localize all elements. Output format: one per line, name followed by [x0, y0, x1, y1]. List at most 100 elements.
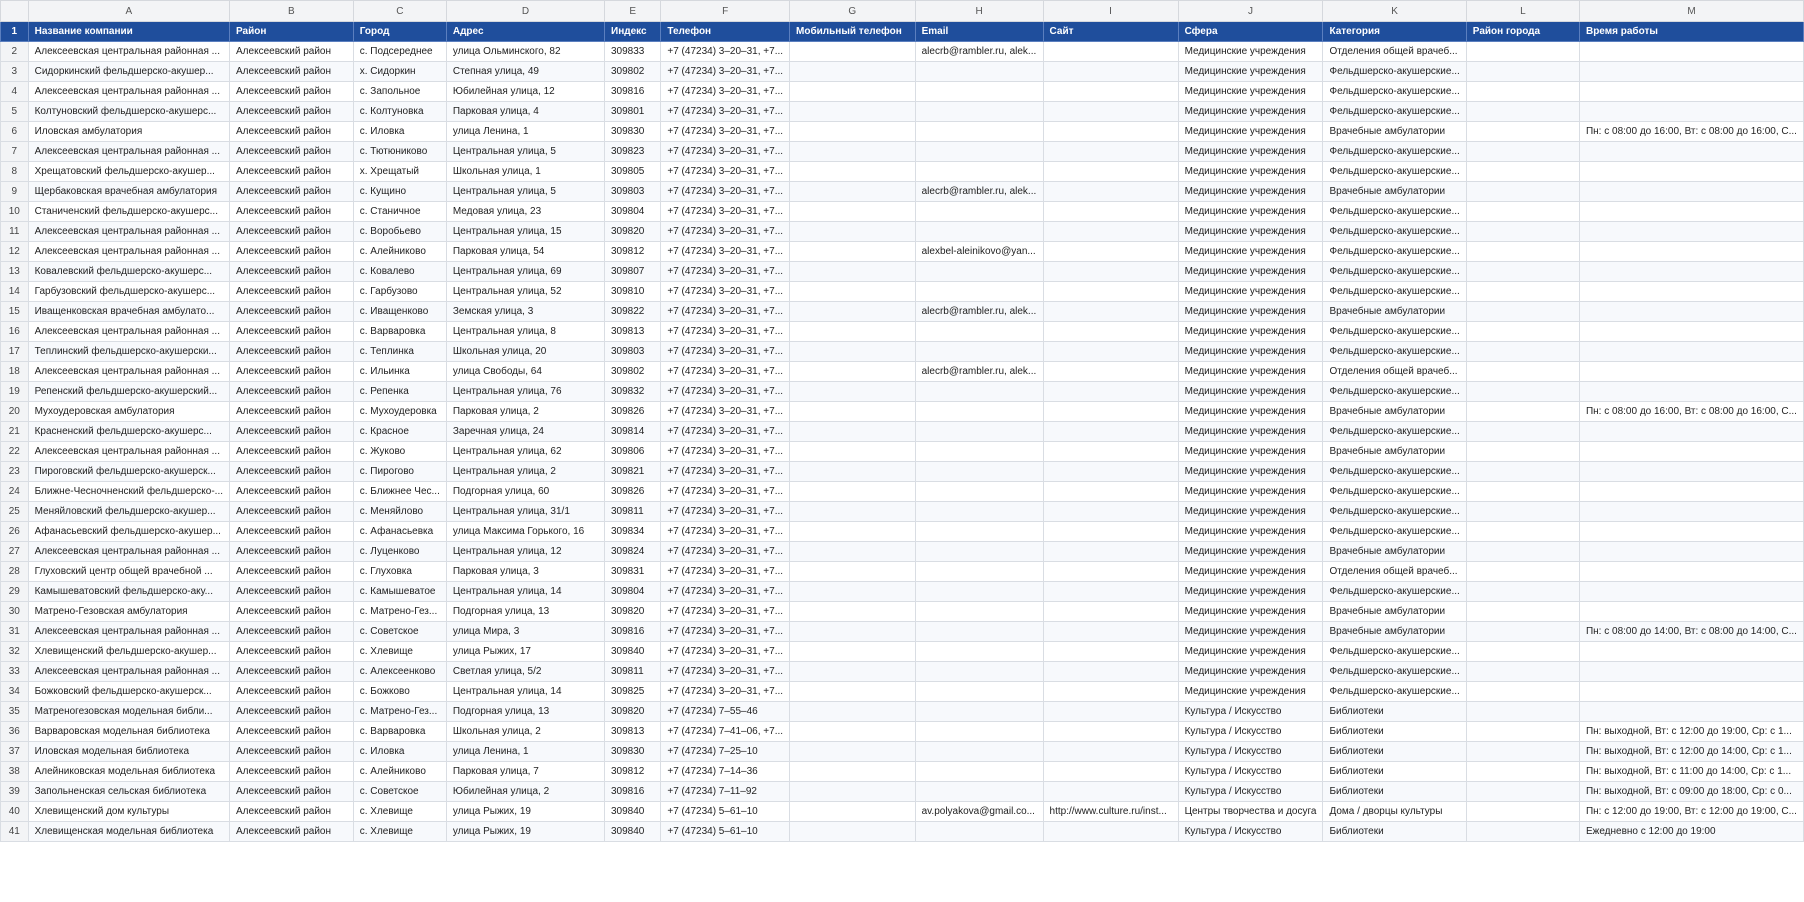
table-cell[interactable]: улица Ольминского, 82 [445, 41, 606, 62]
table-cell[interactable] [914, 461, 1044, 482]
table-cell[interactable] [1465, 801, 1580, 822]
table-cell[interactable]: с. Алексеенково [352, 661, 447, 682]
table-cell[interactable]: Школьная улица, 20 [445, 341, 606, 362]
table-cell[interactable] [1578, 321, 1804, 342]
table-cell[interactable]: Алексеевский район [229, 461, 354, 482]
table-cell[interactable]: Алексеевский район [229, 481, 354, 502]
table-cell[interactable]: Алексеевский район [229, 541, 354, 562]
table-cell[interactable]: 309803 [603, 341, 662, 362]
table-cell[interactable]: Дома / дворцы культуры [1322, 801, 1467, 822]
row-number[interactable]: 28 [0, 561, 29, 582]
table-cell[interactable] [914, 701, 1044, 722]
table-cell[interactable]: 309824 [603, 541, 662, 562]
table-cell[interactable] [1042, 281, 1179, 302]
table-cell[interactable] [789, 821, 916, 842]
table-cell[interactable]: Библиотеки [1322, 741, 1467, 762]
table-cell[interactable] [1578, 101, 1804, 122]
table-cell[interactable]: http://www.culture.ru/inst... [1042, 801, 1179, 822]
table-cell[interactable]: Медицинские учреждения [1177, 41, 1324, 62]
table-cell[interactable] [1465, 421, 1580, 442]
table-cell[interactable]: 309811 [603, 661, 662, 682]
table-cell[interactable]: Медицинские учреждения [1177, 481, 1324, 502]
table-cell[interactable]: Центральная улица, 8 [445, 321, 606, 342]
table-cell[interactable]: Фельдшерско-акушерские... [1322, 61, 1467, 82]
table-cell[interactable]: 309821 [603, 461, 662, 482]
table-cell[interactable]: Фельдшерско-акушерские... [1322, 521, 1467, 542]
table-cell[interactable]: Медицинские учреждения [1177, 361, 1324, 382]
table-cell[interactable] [1578, 681, 1804, 702]
table-cell[interactable]: с. Матрено-Гез... [352, 701, 447, 722]
table-cell[interactable]: alecrb@rambler.ru, alek... [914, 41, 1044, 62]
table-cell[interactable]: с. Мухоудеровка [352, 401, 447, 422]
table-cell[interactable] [1042, 301, 1179, 322]
column-letter-h[interactable]: H [914, 0, 1044, 22]
table-cell[interactable] [1042, 581, 1179, 602]
table-cell[interactable]: Алексеевский район [229, 361, 354, 382]
table-cell[interactable]: Алексеевский район [229, 121, 354, 142]
table-cell[interactable]: Медицинские учреждения [1177, 621, 1324, 642]
table-cell[interactable]: с. Ильинка [352, 361, 447, 382]
row-number[interactable]: 24 [0, 481, 29, 502]
table-cell[interactable]: Фельдшерско-акушерские... [1322, 381, 1467, 402]
header-cell[interactable]: Название компании [27, 21, 231, 42]
table-cell[interactable]: с. Меняйлово [352, 501, 447, 522]
table-cell[interactable] [1042, 381, 1179, 402]
row-number[interactable]: 25 [0, 501, 29, 522]
table-cell[interactable] [1042, 521, 1179, 542]
table-cell[interactable] [1578, 181, 1804, 202]
table-cell[interactable] [1042, 321, 1179, 342]
row-number[interactable]: 11 [0, 221, 29, 242]
table-cell[interactable]: Ближне-Чесночненский фельдшерско-... [27, 481, 231, 502]
table-cell[interactable]: Алексеевский район [229, 141, 354, 162]
table-cell[interactable]: Алексеевская центральная районная ... [27, 81, 231, 102]
table-cell[interactable]: с. Хлевище [352, 641, 447, 662]
table-cell[interactable] [1465, 721, 1580, 742]
table-cell[interactable]: Божковский фельдшерско-акушерск... [27, 681, 231, 702]
table-cell[interactable]: с. Матрено-Гез... [352, 601, 447, 622]
table-cell[interactable] [1042, 81, 1179, 102]
table-cell[interactable]: Врачебные амбулатории [1322, 441, 1467, 462]
header-cell[interactable]: Адрес [445, 21, 606, 42]
table-cell[interactable]: Фельдшерско-акушерские... [1322, 221, 1467, 242]
table-cell[interactable]: +7 (47234) 5–61–10 [660, 821, 791, 842]
header-cell[interactable]: Категория [1322, 21, 1467, 42]
row-number[interactable]: 20 [0, 401, 29, 422]
select-all-corner[interactable] [0, 0, 29, 22]
row-number[interactable]: 1 [0, 21, 29, 42]
table-cell[interactable]: Медицинские учреждения [1177, 141, 1324, 162]
table-cell[interactable]: Алексеевский район [229, 341, 354, 362]
table-cell[interactable] [789, 761, 916, 782]
table-cell[interactable] [789, 781, 916, 802]
table-cell[interactable] [1465, 41, 1580, 62]
table-cell[interactable] [789, 701, 916, 722]
table-cell[interactable]: Фельдшерско-акушерские... [1322, 661, 1467, 682]
table-cell[interactable] [1465, 301, 1580, 322]
table-cell[interactable] [914, 421, 1044, 442]
table-cell[interactable]: Подгорная улица, 60 [445, 481, 606, 502]
table-cell[interactable]: Алексеевский район [229, 41, 354, 62]
table-cell[interactable] [914, 661, 1044, 682]
table-cell[interactable] [789, 121, 916, 142]
table-cell[interactable]: Отделения общей врачеб... [1322, 41, 1467, 62]
table-cell[interactable] [1578, 601, 1804, 622]
table-cell[interactable]: 309804 [603, 201, 662, 222]
table-cell[interactable]: Иващенковская врачебная амбулато... [27, 301, 231, 322]
table-cell[interactable] [1465, 521, 1580, 542]
row-number[interactable]: 17 [0, 341, 29, 362]
table-cell[interactable]: Медицинские учреждения [1177, 201, 1324, 222]
table-cell[interactable]: Фельдшерско-акушерские... [1322, 261, 1467, 282]
table-cell[interactable]: с. Хлевище [352, 821, 447, 842]
table-cell[interactable] [789, 721, 916, 742]
table-cell[interactable]: Медицинские учреждения [1177, 221, 1324, 242]
table-cell[interactable] [789, 621, 916, 642]
table-cell[interactable] [789, 481, 916, 502]
table-cell[interactable]: Фельдшерско-акушерские... [1322, 281, 1467, 302]
table-cell[interactable]: +7 (47234) 3–20–31, +7... [660, 581, 791, 602]
header-cell[interactable]: Индекс [603, 21, 662, 42]
table-cell[interactable] [1465, 541, 1580, 562]
table-cell[interactable]: Подгорная улица, 13 [445, 601, 606, 622]
table-cell[interactable] [1042, 741, 1179, 762]
table-cell[interactable]: Пн: выходной, Вт: с 12:00 до 19:00, Ср: … [1578, 721, 1804, 742]
table-cell[interactable] [1465, 761, 1580, 782]
table-cell[interactable]: Алексеевская центральная районная ... [27, 661, 231, 682]
